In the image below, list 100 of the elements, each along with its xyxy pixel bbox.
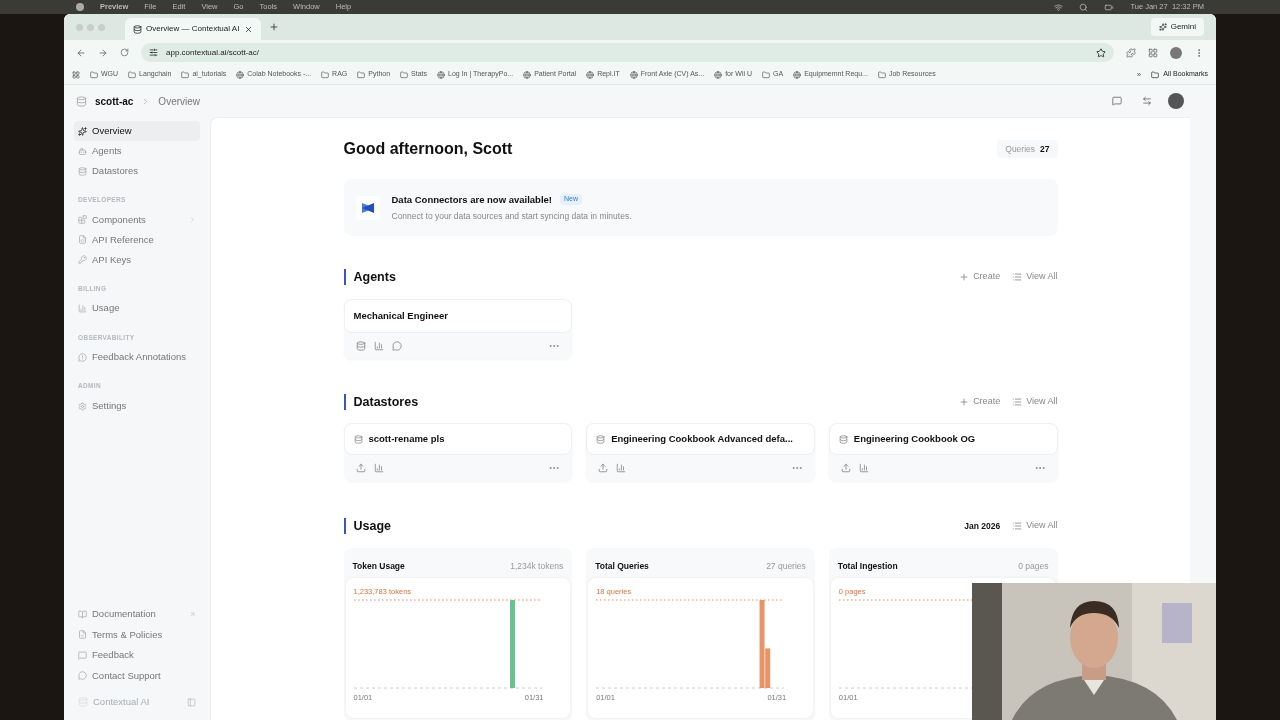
- sidebar-link[interactable]: Documentation: [74, 604, 200, 625]
- external-link-icon: [189, 610, 196, 618]
- browser-tab[interactable]: Overview — Contextual AI: [125, 18, 261, 40]
- folder-icon: [357, 70, 366, 79]
- nav-icon: [78, 304, 87, 313]
- section-title: Usage: [353, 517, 392, 535]
- usage-card-title: Total Queries: [595, 559, 649, 573]
- apps-icon[interactable]: [72, 70, 80, 79]
- sparkle-icon: [1158, 23, 1167, 31]
- chat-icon[interactable]: [1112, 96, 1122, 106]
- nav-icon: [78, 401, 87, 411]
- banner-title: Data Connectors are now available!: [391, 192, 552, 207]
- upload-icon[interactable]: [355, 463, 366, 473]
- usage-total: 27 queries: [766, 559, 806, 573]
- datastore-name: Engineering Cookbook OG: [853, 431, 976, 446]
- section-title: Datastores: [353, 393, 419, 411]
- list-icon: [1012, 521, 1023, 531]
- view-all-button[interactable]: View All: [1012, 395, 1058, 409]
- create-button[interactable]: Create: [959, 270, 1001, 284]
- nav-icon: [78, 146, 87, 156]
- sidebar-item[interactable]: Datastores: [74, 161, 200, 181]
- sidebar-link[interactable]: Feedback: [74, 645, 200, 666]
- folder-icon: [181, 70, 190, 79]
- chart-icon[interactable]: [616, 463, 627, 473]
- usage-card-title: Total Ingestion: [837, 559, 898, 573]
- breadcrumb-item: Overview: [158, 94, 201, 109]
- new-tab-icon[interactable]: [269, 22, 279, 32]
- database-icon: [353, 434, 363, 444]
- globe-icon: [793, 70, 802, 79]
- plus-icon: [959, 272, 970, 282]
- site-icon: [133, 24, 142, 34]
- close-icon[interactable]: [244, 24, 253, 34]
- more-bookmarks-button[interactable]: »: [1136, 68, 1142, 81]
- datastore-card[interactable]: Engineering Cookbook Advanced defa...: [586, 423, 815, 481]
- view-all-button[interactable]: View All: [1012, 519, 1058, 533]
- folder-icon: [762, 70, 770, 79]
- nav-icon: [78, 215, 87, 225]
- section-title: Agents: [353, 268, 396, 286]
- switch-icon[interactable]: [1142, 96, 1152, 106]
- gemini-button[interactable]: Gemini: [1150, 18, 1204, 36]
- reload-icon[interactable]: [120, 48, 129, 57]
- address-bar[interactable]: app.contextual.ai/scott-ac/: [141, 43, 1114, 62]
- agent-card[interactable]: Mechanical Engineer: [343, 299, 573, 359]
- sidebar-item[interactable]: Agents: [74, 141, 200, 161]
- sidebar-item[interactable]: Overview: [74, 121, 200, 141]
- workspace-icon: [76, 95, 87, 107]
- wifi-icon[interactable]: [1054, 2, 1064, 12]
- create-button[interactable]: Create: [959, 395, 1001, 409]
- agent-name: Mechanical Engineer: [353, 308, 448, 323]
- collapse-sidebar-icon[interactable]: [187, 697, 196, 707]
- tab-search-icon[interactable]: [1148, 47, 1158, 58]
- globe-icon: [437, 70, 445, 79]
- database-icon: [838, 434, 848, 444]
- nav-icon: [78, 235, 87, 245]
- chart-icon[interactable]: [858, 463, 869, 473]
- upload-icon[interactable]: [598, 463, 609, 473]
- sidebar-item[interactable]: API Reference: [74, 229, 200, 250]
- brand-logo-icon: [78, 697, 88, 707]
- nav-icon: [78, 671, 87, 681]
- search-icon[interactable]: [1079, 2, 1089, 12]
- forward-icon[interactable]: [98, 47, 108, 58]
- folder-icon: [128, 70, 137, 79]
- bookmark-star-icon[interactable]: [1096, 47, 1106, 58]
- datastore-card[interactable]: Engineering Cookbook OG: [828, 423, 1058, 481]
- nav-icon: [78, 166, 87, 176]
- connector-logo-icon: [355, 195, 380, 220]
- folder-icon: [1151, 70, 1160, 79]
- brand-name: Contextual AI: [93, 694, 151, 709]
- sidebar-link[interactable]: Contact Support: [74, 665, 200, 686]
- apple-icon[interactable]: [76, 3, 84, 11]
- usage-period[interactable]: Jan 2026: [964, 519, 1001, 533]
- back-icon[interactable]: [76, 47, 86, 58]
- nav-icon: [78, 255, 87, 265]
- user-avatar[interactable]: [1168, 93, 1184, 109]
- datastore-name: scott-rename pls: [368, 431, 445, 446]
- usage-total: 1,234k tokens: [510, 559, 564, 573]
- folder-icon: [321, 70, 330, 79]
- nav-icon: [78, 609, 87, 619]
- sidebar-link[interactable]: Terms & Policies: [74, 624, 200, 645]
- database-icon[interactable]: [355, 341, 366, 351]
- site-settings-icon: [149, 48, 158, 57]
- tab-title: Overview — Contextual AI: [146, 23, 240, 35]
- extensions-icon[interactable]: [1126, 47, 1136, 58]
- sidebar-item[interactable]: Feedback Annotations: [74, 347, 200, 368]
- view-all-button[interactable]: View All: [1012, 270, 1058, 284]
- datastore-card[interactable]: scott-rename pls: [343, 423, 573, 481]
- nav-icon: [78, 126, 87, 136]
- battery-icon[interactable]: [1104, 2, 1115, 12]
- globe-icon: [629, 70, 638, 79]
- queries-label: Queries: [1005, 142, 1036, 156]
- upload-icon[interactable]: [840, 463, 851, 473]
- sidebar-item[interactable]: API Keys: [74, 249, 200, 270]
- sidebar-item[interactable]: Settings: [74, 396, 200, 416]
- sidebar-item[interactable]: Components: [74, 209, 200, 230]
- profile-avatar[interactable]: [1170, 46, 1182, 59]
- chart-icon[interactable]: [373, 463, 384, 473]
- chart-icon[interactable]: [373, 341, 384, 351]
- sidebar-item[interactable]: Usage: [74, 298, 200, 319]
- chat-icon[interactable]: [391, 341, 402, 351]
- breadcrumb-item[interactable]: scott-ac: [95, 93, 134, 109]
